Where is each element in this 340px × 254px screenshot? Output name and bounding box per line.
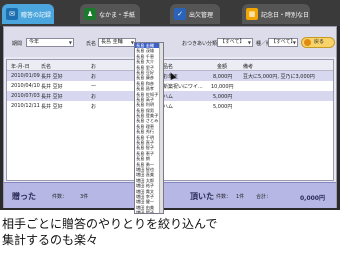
gift-icon: ✉ (6, 8, 18, 20)
given-count-label: 件数： (52, 194, 68, 200)
received-label: 頂いた (190, 192, 214, 201)
cell-amount: 5,000円 (213, 104, 233, 110)
tab-label: 記念日・時別な日 (261, 11, 310, 19)
period-select[interactable]: 今年 (26, 38, 74, 47)
table-row[interactable]: 2010/04/10 長井 豆好 一 新築祝いにワイ... 10,000円 (7, 81, 333, 91)
cell-item: ハム (163, 94, 174, 100)
caption: 相手ごとに贈答のやりとりを絞り込んで 集計するのも楽々 (2, 216, 217, 248)
occasion-select[interactable]: 【すべて】 (217, 38, 253, 47)
cell-date: 2010/04/10 (11, 83, 40, 89)
records-panel: 期間 今年 氏名 長島 圭輔 おつきあい分類 【すべて】 種／贈 【すべて】 戻… (3, 26, 337, 208)
col-date: 年-月-日 (11, 64, 30, 70)
cell-name: 長井 豆好 (41, 94, 63, 100)
cell-kind: お (91, 94, 97, 100)
col-note: 備考 (243, 64, 254, 70)
cell-date: 2010/07/03 (11, 93, 40, 99)
calendar-icon: ▦ (246, 8, 258, 20)
tab-label: 贈答の記録 (21, 11, 52, 19)
cell-item: ハム (163, 104, 174, 110)
tab-attendance[interactable]: ✓ 出欠管理 (170, 4, 220, 24)
cell-name: 長井 豆好 (41, 84, 63, 90)
table-row[interactable]: 2010/12/11 長井 豆好 お ハム 5,000円 (7, 101, 333, 111)
name-label: 氏名 (86, 41, 97, 47)
cell-name: 長井 豆好 (41, 74, 63, 80)
cell-name: 長井 豆好 (41, 104, 63, 110)
total-value: 0,000円 (300, 195, 325, 202)
received-count: 1件 (236, 194, 245, 200)
cell-item: 新築祝いにワイ... (163, 84, 203, 90)
name-dropdown-list[interactable]: 長島 圭輔 長島 茂雄 長島 千恵 長島 大介 長島 里子 長島 豆好 長島 康彦 長島 和彦… (134, 42, 164, 214)
col-amount: 金額 (217, 64, 228, 70)
tab-friends-letters[interactable]: ♟ なかま・手紙 (80, 4, 140, 24)
total-label: 合計： (256, 194, 272, 200)
cell-kind: 一 (91, 84, 97, 90)
occasion-value: 【すべて】 (220, 39, 245, 45)
name-select[interactable]: 長島 圭輔 (98, 38, 136, 47)
type-select[interactable]: 【すべて】 (268, 38, 298, 47)
cell-kind: お (91, 74, 97, 80)
tab-bar: ✉ 贈答の記録 ♟ なかま・手紙 ✓ 出欠管理 ▦ 記念日・時別な日 (0, 0, 340, 26)
tab-label: 出欠管理 (189, 11, 214, 19)
tab-label: なかま・手紙 (99, 11, 136, 19)
filter-bar: 期間 今年 氏名 長島 圭輔 おつきあい分類 【すべて】 種／贈 【すべて】 戻… (4, 27, 336, 57)
app-window: ✉ 贈答の記録 ♟ なかま・手紙 ✓ 出欠管理 ▦ 記念日・時別な日 期間 今年… (0, 0, 340, 214)
col-kind: お (91, 64, 97, 70)
name-value: 長島 圭輔 (101, 39, 123, 45)
person-icon: ♟ (84, 8, 96, 20)
cell-amount: 8,000円 (213, 74, 233, 80)
col-name: 氏名 (41, 64, 52, 70)
period-label: 期間 (12, 41, 23, 47)
occasion-label: おつきあい分類 (182, 41, 218, 47)
table-row[interactable]: 2010/07/03 長井 豆好 お ハム 5,000円 (7, 91, 333, 101)
dropdown-scrollbar[interactable] (159, 43, 163, 213)
cell-amount: 10,000円 (211, 84, 234, 90)
cell-note: 豆大に5,000円, 豆乃に3,000円 (243, 74, 315, 80)
cell-amount: 5,000円 (213, 94, 233, 100)
cell-kind: お (91, 104, 97, 110)
back-label: 戻る (314, 39, 325, 45)
col-item: 品名 (163, 64, 174, 70)
cell-date: 2010/12/11 (11, 103, 40, 109)
cell-date: 2010/01/09 (11, 73, 40, 79)
type-value: 【すべて】 (271, 39, 296, 45)
period-value: 今年 (29, 39, 40, 45)
back-button[interactable]: 戻る (301, 37, 335, 48)
caption-line-1: 相手ごとに贈答のやりとりを絞り込んで (2, 217, 218, 231)
caption-line-2: 集計するのも楽々 (2, 233, 99, 247)
check-icon: ✓ (174, 8, 186, 20)
summary-footer: 贈った 件数： 3件 頂いた 件数： 1件 合計： 0,000円 (4, 182, 336, 208)
tab-gift-records[interactable]: ✉ 贈答の記録 (2, 4, 54, 24)
back-arrow-icon (304, 39, 311, 46)
table-header: 年-月-日 氏名 お 品名 金額 備考 (7, 60, 333, 71)
given-count: 3件 (80, 194, 89, 200)
tab-anniversaries[interactable]: ▦ 記念日・時別な日 (242, 4, 310, 24)
received-count-label: 件数： (216, 194, 232, 200)
given-label: 贈った (12, 192, 36, 201)
